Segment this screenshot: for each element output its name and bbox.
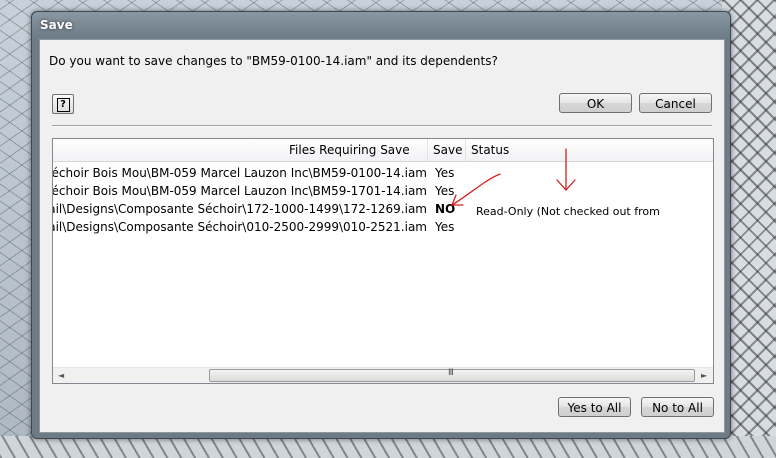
grip-icon: III xyxy=(448,368,454,378)
dialog-titlebar[interactable]: Save xyxy=(32,12,730,39)
files-list[interactable]: Files Requiring Save Save Status 000 Séc… xyxy=(52,138,714,384)
yes-to-all-button[interactable]: Yes to All xyxy=(558,397,631,417)
separator xyxy=(52,125,712,127)
table-row[interactable]: 000 Séchoir Bois Mou\BM-059 Marcel Lauzo… xyxy=(53,166,713,184)
cad-background-bottom xyxy=(0,436,776,458)
file-path-cell: 000 Séchoir Bois Mou\BM-059 Marcel Lauzo… xyxy=(52,166,427,180)
save-cell[interactable]: Yes xyxy=(435,184,454,198)
file-path-cell: e travail\Designs\Composante Séchoir\010… xyxy=(52,220,427,234)
ok-button[interactable]: OK xyxy=(559,93,632,113)
no-to-all-button[interactable]: No to All xyxy=(641,397,714,417)
save-cell[interactable]: Yes xyxy=(435,220,454,234)
horizontal-scrollbar[interactable]: ◄ III ► xyxy=(53,367,713,383)
scroll-right-icon[interactable]: ► xyxy=(701,371,707,380)
column-header-status[interactable]: Status xyxy=(471,143,509,157)
save-cell[interactable]: NO xyxy=(435,202,455,216)
file-path-cell: 000 Séchoir Bois Mou\BM-059 Marcel Lauzo… xyxy=(52,184,427,198)
column-header-save[interactable]: Save xyxy=(433,143,462,157)
save-cell[interactable]: Yes xyxy=(435,166,454,180)
table-row[interactable]: 000 Séchoir Bois Mou\BM-059 Marcel Lauzo… xyxy=(53,184,713,202)
dialog-title: Save xyxy=(40,18,73,32)
scrollbar-thumb[interactable]: III xyxy=(209,368,695,382)
save-prompt-text: Do you want to save changes to "BM59-010… xyxy=(49,54,498,68)
table-row[interactable]: e travail\Designs\Composante Séchoir\172… xyxy=(53,202,713,220)
column-divider[interactable] xyxy=(427,139,428,161)
file-path-cell: e travail\Designs\Composante Séchoir\172… xyxy=(52,202,427,216)
save-dialog: Save Do you want to save changes to "BM5… xyxy=(31,11,731,439)
dialog-client-area: Do you want to save changes to "BM59-010… xyxy=(39,39,725,433)
scroll-left-icon[interactable]: ◄ xyxy=(58,371,64,380)
column-divider[interactable] xyxy=(465,139,466,161)
table-row[interactable]: e travail\Designs\Composante Séchoir\010… xyxy=(53,220,713,238)
help-icon: ? xyxy=(56,98,70,112)
list-header: Files Requiring Save Save Status xyxy=(53,139,713,162)
status-cell: Read-Only (Not checked out from xyxy=(476,205,660,218)
cancel-button[interactable]: Cancel xyxy=(639,93,712,113)
column-header-files[interactable]: Files Requiring Save xyxy=(289,143,410,157)
help-button[interactable]: ? xyxy=(52,94,74,114)
